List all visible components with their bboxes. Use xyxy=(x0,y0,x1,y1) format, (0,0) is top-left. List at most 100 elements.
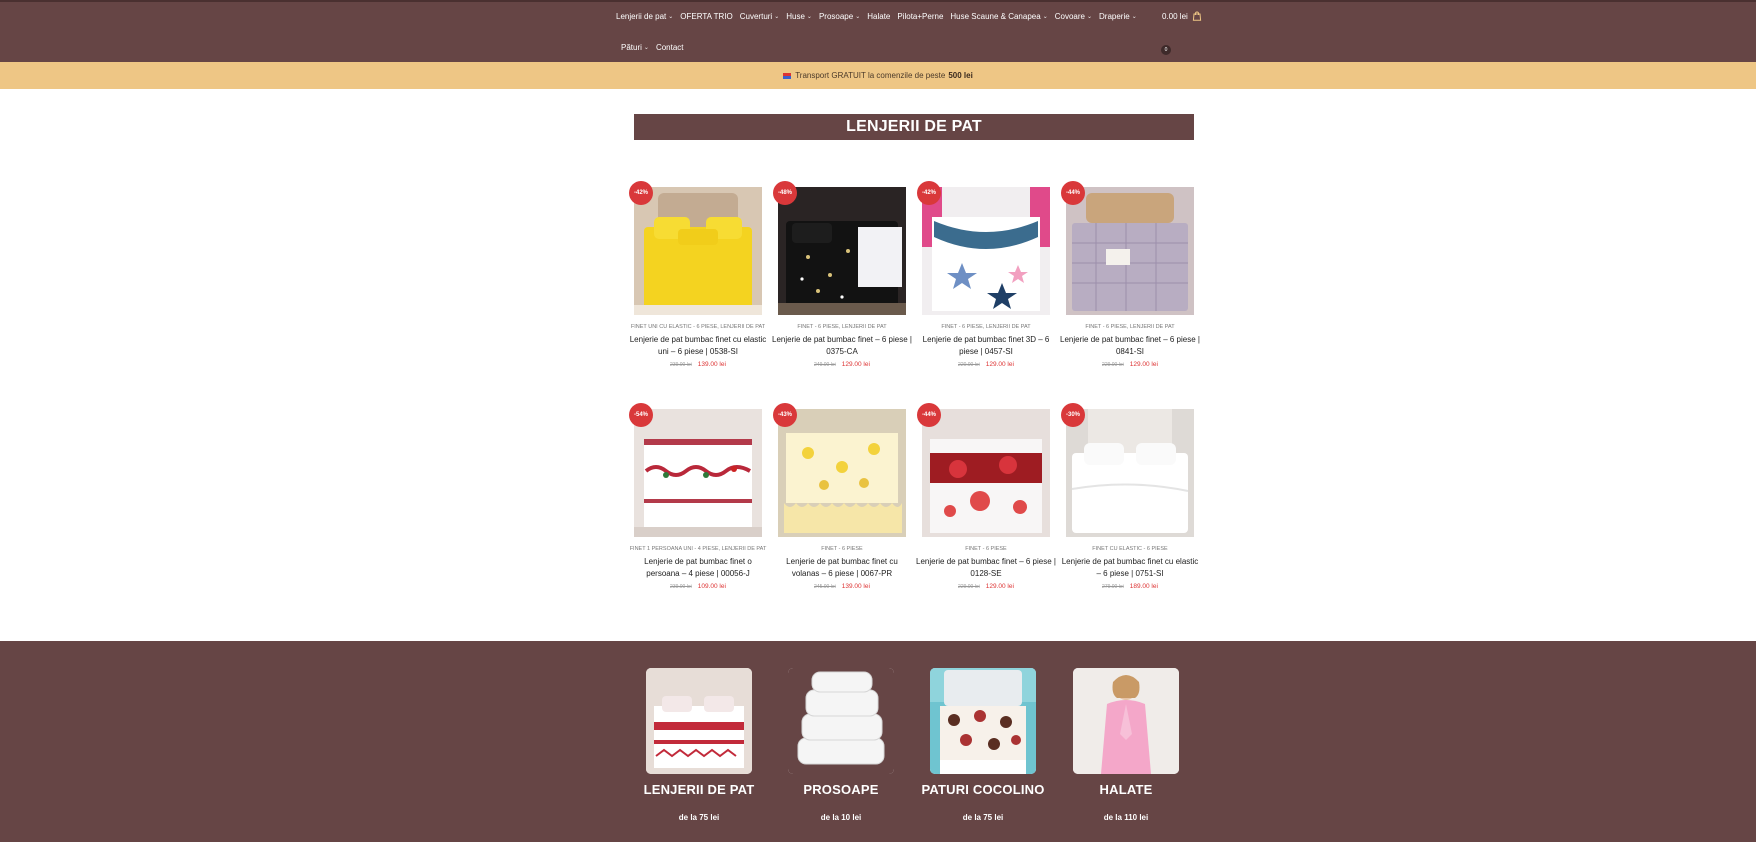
category-label[interactable]: LENJERII DE PAT xyxy=(629,782,769,797)
nav-item-label: Lenjerii de pat xyxy=(616,11,667,21)
featured-category-paturi-cocolino[interactable]: PATURI COCOLINO de la 75 lei xyxy=(913,668,1053,822)
chevron-down-icon: ⌄ xyxy=(855,13,861,20)
product-image[interactable] xyxy=(922,187,1050,315)
nav-item-huse[interactable]: Huse ⌄ xyxy=(786,12,812,21)
nav-item-prosoape[interactable]: Prosoape ⌄ xyxy=(819,12,860,21)
category-label[interactable]: HALATE xyxy=(1056,782,1196,797)
cart-button[interactable]: 0.00 lei xyxy=(1162,9,1202,23)
product-meta: FINET UNI CU ELASTIC - 6 PIESE, LENJERII… xyxy=(628,324,768,368)
old-price: 229.00 lei xyxy=(958,583,980,590)
product-card[interactable]: -30% FINET CU ELASTIC - 6 PIESE Lenjerie d… xyxy=(1061,403,1198,609)
product-meta: FINET - 6 PIESE, LENJERII DE PAT Lenjerie… xyxy=(1060,324,1200,368)
product-image[interactable] xyxy=(1066,187,1194,315)
product-image[interactable] xyxy=(634,409,762,537)
promo-bar: Transport GRATUIT la comenzile de peste … xyxy=(0,62,1756,89)
product-card[interactable]: -42% FINET - 6 PIESE, LENJERII DE PAT Lenj… xyxy=(917,181,1050,387)
nav-item-label: Halate xyxy=(867,11,891,21)
product-price: 279.00 lei 189.00 lei xyxy=(1060,583,1200,590)
nav-item-p-turi[interactable]: Pături ⌄ xyxy=(621,43,649,52)
flag-icon xyxy=(783,72,792,79)
nav-item-label: Huse xyxy=(786,11,805,21)
product-categories[interactable]: FINET CU ELASTIC - 6 PIESE xyxy=(1060,546,1200,554)
discount-badge: -30% xyxy=(1061,403,1085,427)
nav-item-lenjerii-de-pat[interactable]: Lenjerii de pat ⌄ xyxy=(616,12,673,21)
product-price: 245.00 lei 139.00 lei xyxy=(772,583,912,590)
product-price: 239.00 lei 109.00 lei xyxy=(628,583,768,590)
category-label[interactable]: PROSOAPE xyxy=(771,782,911,797)
product-image[interactable] xyxy=(922,409,1050,537)
product-card[interactable]: -44% FINET - 6 PIESE Lenjerie de pat bumba… xyxy=(916,403,1056,609)
nav-item-oferta-trio[interactable]: OFERTA TRIO xyxy=(680,12,732,21)
product-card[interactable]: -48% FINET - 6 PIESE, LENJERII DE PAT Lenj… xyxy=(772,181,912,387)
main-menu-row-2: Pături ⌄ Contact xyxy=(621,40,1201,54)
product-card[interactable]: -42% FINET UNI CU ELASTIC - 6 PIESE, LENJ… xyxy=(629,181,766,387)
product-title[interactable]: Lenjerie de pat bumbac finet – 6 piese |… xyxy=(916,556,1056,580)
product-image[interactable] xyxy=(634,187,762,315)
sale-price: 129.00 lei xyxy=(1129,360,1158,368)
category-image[interactable] xyxy=(1073,668,1179,774)
main-menu-row-1: Lenjerii de pat ⌄ OFERTA TRIO Cuverturi ⌄ Hus… xyxy=(616,9,1196,23)
category-price: de la 10 lei xyxy=(820,813,862,822)
product-price: 229.00 lei 129.00 lei xyxy=(916,583,1056,590)
old-price: 229.00 lei xyxy=(1102,361,1124,368)
nav-item-label: Draperie xyxy=(1099,11,1130,21)
nav-item-halate[interactable]: Halate xyxy=(867,12,890,21)
product-meta: FINET - 6 PIESE Lenjerie de pat bumbac fi… xyxy=(772,546,912,590)
product-title[interactable]: Lenjerie de pat bumbac finet 3D – 6 pies… xyxy=(916,334,1056,358)
nav-item-draperie[interactable]: Draperie ⌄ xyxy=(1099,12,1137,21)
chevron-down-icon: ⌄ xyxy=(806,13,812,20)
product-title[interactable]: Lenjerie de pat bumbac finet cu elastic … xyxy=(628,334,768,358)
product-categories[interactable]: FINET - 6 PIESE xyxy=(916,546,1056,554)
old-price: 239.00 lei xyxy=(670,583,692,590)
discount-badge: -42% xyxy=(629,181,653,205)
product-title[interactable]: Lenjerie de pat bumbac finet cu volanas … xyxy=(772,556,912,580)
product-categories[interactable]: FINET - 6 PIESE, LENJERII DE PAT xyxy=(1060,324,1200,332)
product-categories[interactable]: FINET - 6 PIESE, LENJERII DE PAT xyxy=(772,324,912,332)
product-categories[interactable]: FINET - 6 PIESE xyxy=(772,546,912,554)
product-price: 239.00 lei 139.00 lei xyxy=(628,361,768,368)
sale-price: 109.00 lei xyxy=(697,582,726,590)
product-card[interactable]: -43% FINET - 6 PIESE Lenjerie de pat bumba… xyxy=(773,403,906,609)
featured-category-lenjerii-de-pat[interactable]: LENJERII DE PAT de la 75 lei xyxy=(629,668,769,822)
product-card[interactable]: -44% FINET - 6 PIESE, LENJERII DE PAT Lenj… xyxy=(1060,181,1200,387)
nav-item-label: Pături xyxy=(621,42,642,52)
product-title[interactable]: Lenjerie de pat bumbac finet – 6 piese |… xyxy=(772,334,912,358)
product-meta: FINET - 6 PIESE, LENJERII DE PAT Lenjerie… xyxy=(772,324,912,368)
product-title[interactable]: Lenjerie de pat bumbac finet cu elastic … xyxy=(1060,556,1200,580)
promo-amount: 500 lei xyxy=(948,71,973,80)
category-image[interactable] xyxy=(646,668,752,774)
product-image[interactable] xyxy=(778,409,906,537)
nav-item-huse-scaune-canapea[interactable]: Huse Scaune & Canapea ⌄ xyxy=(950,12,1047,21)
category-price: de la 110 lei xyxy=(1103,813,1149,822)
category-image[interactable] xyxy=(930,668,1036,774)
discount-badge: -44% xyxy=(1061,181,1085,205)
category-label[interactable]: PATURI COCOLINO xyxy=(913,782,1053,797)
nav-item-contact[interactable]: Contact xyxy=(656,43,684,52)
featured-category-prosoape[interactable]: PROSOAPE de la 10 lei xyxy=(771,668,911,822)
chevron-down-icon: ⌄ xyxy=(774,13,780,20)
product-title[interactable]: Lenjerie de pat bumbac finet o persoana … xyxy=(628,556,768,580)
featured-category-halate[interactable]: HALATE de la 110 lei xyxy=(1056,668,1196,822)
header-top-edge xyxy=(0,0,1756,2)
product-image[interactable] xyxy=(1066,409,1194,537)
nav-item-label: OFERTA TRIO xyxy=(680,11,733,21)
discount-badge: -54% xyxy=(629,403,653,427)
product-categories[interactable]: FINET 1 PERSOANA UNI - 4 PIESE, LENJERII… xyxy=(628,546,768,554)
nav-item-cuverturi[interactable]: Cuverturi ⌄ xyxy=(740,12,779,21)
nav-item-covoare[interactable]: Covoare ⌄ xyxy=(1055,12,1092,21)
sale-price: 129.00 lei xyxy=(841,360,870,368)
product-categories[interactable]: FINET - 6 PIESE, LENJERII DE PAT xyxy=(916,324,1056,332)
chevron-down-icon: ⌄ xyxy=(643,44,649,51)
product-meta: FINET 1 PERSOANA UNI - 4 PIESE, LENJERII… xyxy=(628,546,768,590)
category-image[interactable] xyxy=(788,668,894,774)
product-title[interactable]: Lenjerie de pat bumbac finet – 6 piese |… xyxy=(1060,334,1200,358)
product-image[interactable] xyxy=(778,187,906,315)
nav-item-pilota-perne[interactable]: Pilota+Perne xyxy=(897,12,943,21)
product-price: 229.00 lei 129.00 lei xyxy=(1060,361,1200,368)
cart-total: 0.00 lei xyxy=(1162,11,1188,21)
sale-price: 189.00 lei xyxy=(1129,582,1158,590)
product-categories[interactable]: FINET UNI CU ELASTIC - 6 PIESE, LENJERII… xyxy=(628,324,768,332)
sale-price: 139.00 lei xyxy=(697,360,726,368)
product-card[interactable]: -54% FINET 1 PERSOANA UNI - 4 PIESE, LENJ… xyxy=(629,403,766,609)
nav-item-label: Prosoape xyxy=(818,11,854,21)
